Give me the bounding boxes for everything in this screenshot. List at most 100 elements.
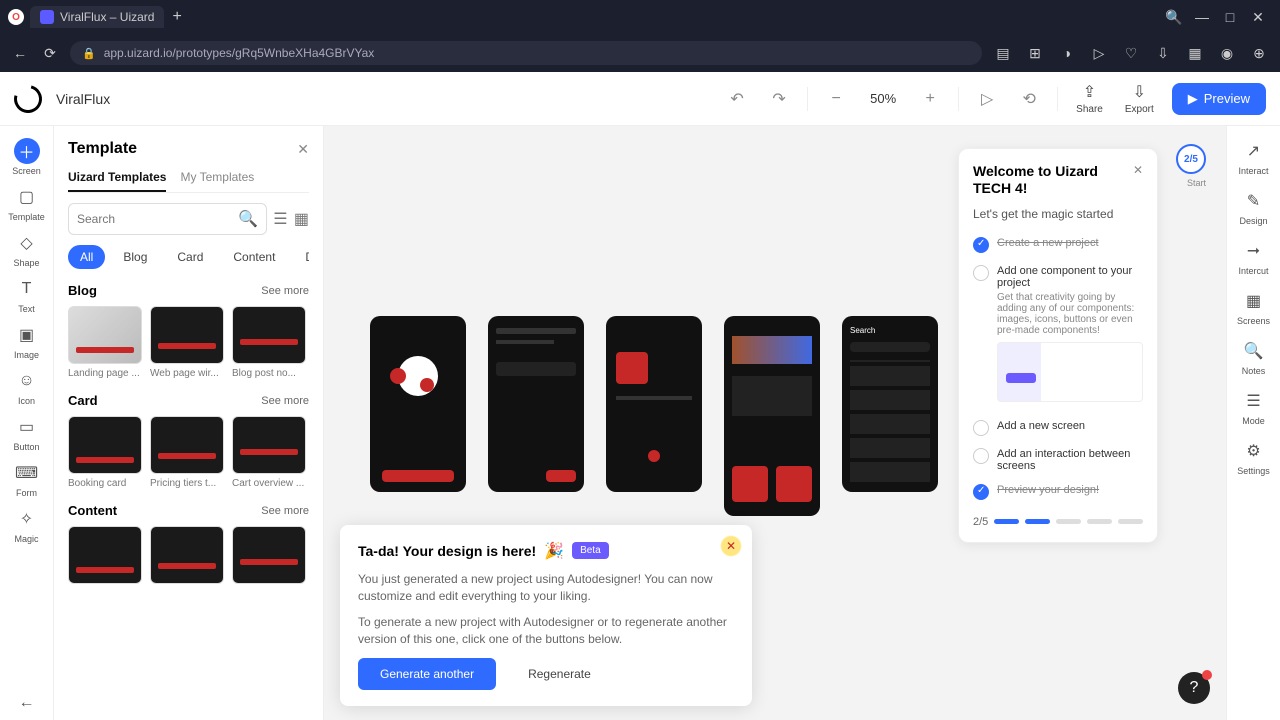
- zoom-level[interactable]: 50%: [864, 91, 902, 106]
- ext-icon-7[interactable]: ▦: [1184, 45, 1206, 62]
- onboarding-close-button[interactable]: ✕: [1133, 163, 1143, 177]
- share-icon: ⇪: [1083, 82, 1096, 102]
- see-more-link[interactable]: See more: [261, 505, 309, 517]
- rail-notes[interactable]: 🔍Notes: [1234, 334, 1274, 380]
- panel-close-button[interactable]: ✕: [297, 141, 309, 158]
- tool-form[interactable]: ⌨Form: [7, 456, 47, 502]
- share-button[interactable]: ⇪Share: [1072, 82, 1107, 115]
- template-card[interactable]: [68, 526, 142, 588]
- rail-interact[interactable]: ↗Interact: [1234, 134, 1274, 180]
- tool-button[interactable]: ▭Button: [7, 410, 47, 456]
- template-card[interactable]: [150, 526, 224, 588]
- rail-settings[interactable]: ⚙Settings: [1234, 434, 1274, 480]
- ext-icon-3[interactable]: ◑: [1056, 45, 1078, 61]
- reload-button[interactable]: ⟳: [40, 45, 60, 62]
- redo-button[interactable]: ↷: [765, 85, 793, 113]
- preview-button[interactable]: ▶Preview: [1172, 83, 1266, 115]
- back-button[interactable]: ←: [10, 45, 30, 61]
- collapse-toolbar-button[interactable]: ←: [7, 686, 47, 720]
- uizard-logo-icon[interactable]: [9, 79, 47, 117]
- zoom-in-button[interactable]: +: [916, 85, 944, 113]
- canvas[interactable]: Search ✕ Ta-da! Your design is here! 🎉 B…: [324, 126, 1226, 720]
- tool-icon[interactable]: ☺Icon: [7, 364, 47, 410]
- tool-magic[interactable]: ✧Magic: [7, 502, 47, 548]
- ext-icon-1[interactable]: ▤: [992, 45, 1014, 62]
- onboarding-step[interactable]: Create a new project: [973, 231, 1143, 259]
- ext-icon-9[interactable]: ⊕: [1248, 45, 1270, 62]
- artboard-1[interactable]: [370, 316, 466, 492]
- template-card[interactable]: Blog post no...: [232, 306, 306, 379]
- artboard-4[interactable]: [724, 316, 820, 516]
- rail-intercut[interactable]: ⭢Intercut: [1234, 234, 1274, 280]
- chip-card[interactable]: Card: [165, 245, 215, 269]
- help-button[interactable]: ?: [1178, 672, 1210, 704]
- browser-titlebar: O ViralFlux – Uizard + 🔍 — □ ✕: [0, 0, 1280, 34]
- section-title: Blog: [68, 283, 97, 298]
- search-input[interactable]: [77, 212, 232, 226]
- tab-uizard-templates[interactable]: Uizard Templates: [68, 170, 166, 192]
- refresh-icon[interactable]: ⟲: [1015, 85, 1043, 113]
- chip-dis[interactable]: Dis: [293, 245, 309, 269]
- rail-design[interactable]: ✎Design: [1234, 184, 1274, 230]
- toast-close-button[interactable]: ✕: [720, 535, 742, 557]
- project-name[interactable]: ViralFlux: [56, 91, 110, 107]
- onboarding-step[interactable]: Add an interaction between screens: [973, 442, 1143, 478]
- template-card[interactable]: Cart overview ...: [232, 416, 306, 489]
- regenerate-button[interactable]: Regenerate: [506, 658, 613, 690]
- tool-text[interactable]: TText: [7, 272, 47, 318]
- grid-view-icon[interactable]: ▦: [294, 208, 309, 230]
- browser-tab[interactable]: ViralFlux – Uizard: [30, 6, 164, 28]
- zoom-out-button[interactable]: −: [822, 85, 850, 113]
- undo-button[interactable]: ↶: [723, 85, 751, 113]
- tab-my-templates[interactable]: My Templates: [180, 170, 254, 192]
- generate-another-button[interactable]: Generate another: [358, 658, 496, 690]
- onboarding-step[interactable]: Add one component to your projectGet tha…: [973, 259, 1143, 414]
- list-view-icon[interactable]: ☰: [273, 208, 288, 230]
- template-card[interactable]: Pricing tiers t...: [150, 416, 224, 489]
- onboarding-subtitle: Let's get the magic started: [973, 207, 1143, 221]
- rail-screens[interactable]: ▦Screens: [1234, 284, 1274, 330]
- onboarding-title: Welcome to Uizard TECH 4!: [973, 163, 1133, 197]
- artboard-3[interactable]: [606, 316, 702, 492]
- ext-icon-8[interactable]: ◉: [1216, 45, 1238, 62]
- ext-icon-2[interactable]: ⊞: [1024, 45, 1046, 62]
- tool-screen[interactable]: ＋Screen: [7, 134, 47, 180]
- template-caption: Booking card: [68, 478, 142, 489]
- app-topbar: ViralFlux ↶ ↷ − 50% + ▷ ⟲ ⇪Share ⇩Export…: [0, 72, 1280, 126]
- progress-badge[interactable]: 2/5: [1176, 144, 1206, 174]
- onboarding-step[interactable]: Add a new screen: [973, 414, 1143, 442]
- ext-icon-6[interactable]: ⇩: [1152, 45, 1174, 62]
- chip-content[interactable]: Content: [221, 245, 287, 269]
- tool-image[interactable]: ▣Image: [7, 318, 47, 364]
- onboarding-step[interactable]: Preview your design!: [973, 478, 1143, 506]
- tool-template[interactable]: ▢Template: [7, 180, 47, 226]
- mode-icon: ☰: [1241, 388, 1267, 414]
- template-card[interactable]: Web page wir...: [150, 306, 224, 379]
- tool-shape[interactable]: ◇Shape: [7, 226, 47, 272]
- search-input-wrapper[interactable]: 🔍: [68, 203, 267, 235]
- url-field[interactable]: 🔒 app.uizard.io/prototypes/gRq5WnbeXHa4G…: [70, 41, 982, 65]
- new-tab-button[interactable]: +: [172, 8, 181, 26]
- autodesigner-toast: ✕ Ta-da! Your design is here! 🎉 Beta You…: [340, 525, 752, 706]
- artboard-5[interactable]: Search: [842, 316, 938, 492]
- play-icon[interactable]: ▷: [973, 85, 1001, 113]
- rail-mode[interactable]: ☰Mode: [1234, 384, 1274, 430]
- maximize-button[interactable]: □: [1216, 9, 1244, 25]
- template-card[interactable]: Landing page ...: [68, 306, 142, 379]
- chip-all[interactable]: All: [68, 245, 105, 269]
- ext-icon-4[interactable]: ▷: [1088, 45, 1110, 62]
- see-more-link[interactable]: See more: [261, 285, 309, 297]
- ext-icon-5[interactable]: ♡: [1120, 45, 1142, 62]
- chip-blog[interactable]: Blog: [111, 245, 159, 269]
- see-more-link[interactable]: See more: [261, 395, 309, 407]
- close-window-button[interactable]: ✕: [1244, 9, 1272, 26]
- filter-chips: AllBlogCardContent Dis: [68, 245, 309, 269]
- artboard-2[interactable]: [488, 316, 584, 492]
- template-caption: Blog post no...: [232, 368, 306, 379]
- browser-menu-icon[interactable]: O: [8, 9, 24, 25]
- search-icon[interactable]: 🔍: [1160, 9, 1188, 26]
- template-card[interactable]: [232, 526, 306, 588]
- minimize-button[interactable]: —: [1188, 9, 1216, 25]
- template-card[interactable]: Booking card: [68, 416, 142, 489]
- export-button[interactable]: ⇩Export: [1121, 82, 1158, 115]
